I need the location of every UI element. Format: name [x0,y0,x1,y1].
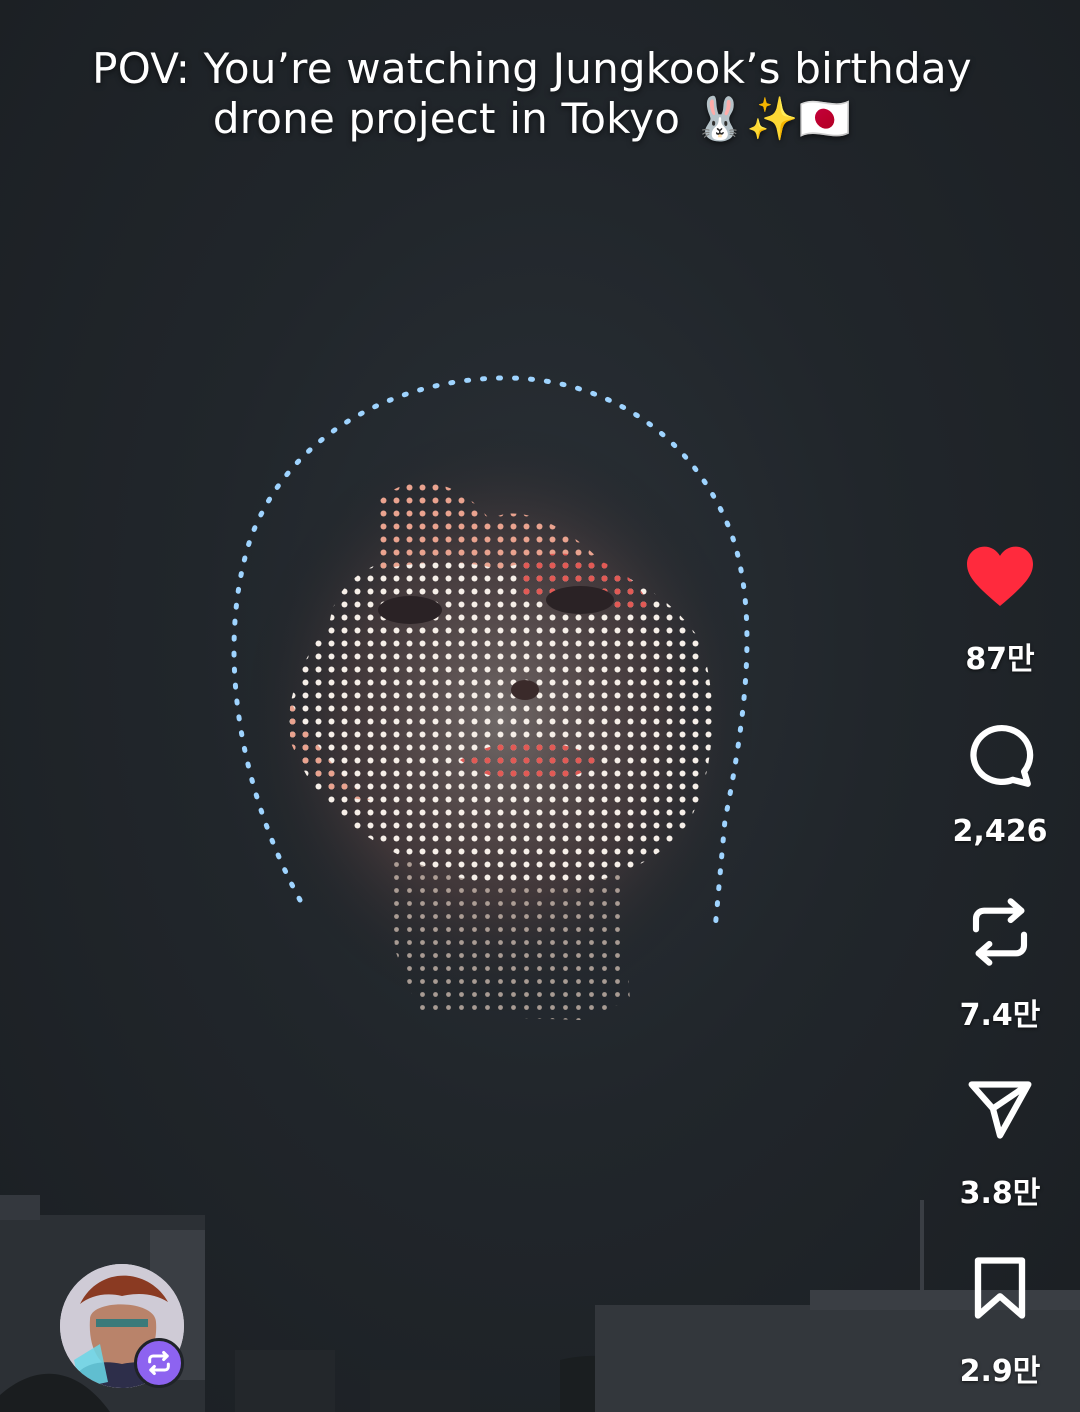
comment-icon[interactable] [964,720,1036,792]
send-icon[interactable] [964,1074,1036,1146]
heart-icon[interactable] [964,540,1036,612]
city-skyline-image [0,1195,1080,1412]
share-button[interactable]: 3.8만 [920,1074,1080,1214]
save-count: 2.9만 [959,1354,1041,1389]
comment-button[interactable]: 2,426 [920,720,1080,860]
repost-count: 7.4만 [959,998,1041,1033]
repost-badge[interactable] [134,1338,184,1388]
bookmark-icon[interactable] [964,1252,1036,1324]
like-count: 87만 [965,642,1035,677]
video-caption: POV: You’re watching Jungkook’s birthday… [40,44,1024,144]
like-button[interactable]: 87만 [920,540,1080,680]
caption-line-2: drone project in Tokyo 🐰✨🇯🇵 [212,94,852,143]
caption-line-1: POV: You’re watching Jungkook’s birthday [92,44,972,93]
repost-button[interactable]: 7.4만 [920,896,1080,1036]
comment-count: 2,426 [952,814,1048,849]
repost-badge-icon [148,1350,170,1376]
share-count: 3.8만 [959,1176,1041,1211]
repost-icon[interactable] [964,896,1036,968]
save-button[interactable]: 2.9만 [920,1252,1080,1392]
